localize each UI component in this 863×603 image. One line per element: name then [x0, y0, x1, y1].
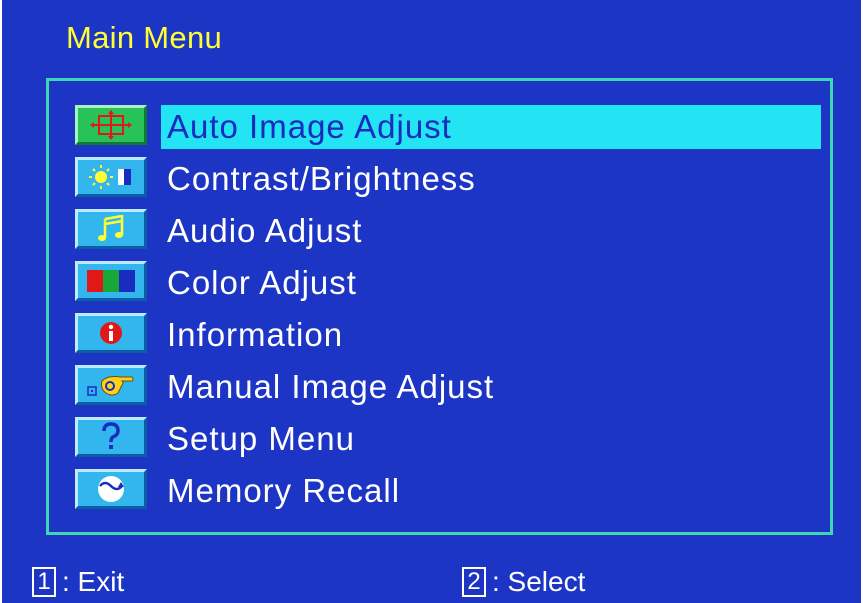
- memory-recall-icon: [75, 469, 147, 509]
- menu-item-information[interactable]: Information: [75, 309, 825, 361]
- menu-item-contrast-brightness[interactable]: Contrast/Brightness: [75, 153, 825, 205]
- exit-key-badge: 1: [32, 567, 56, 597]
- auto-adjust-icon: [75, 105, 147, 145]
- menu-item-setup-menu[interactable]: Setup Menu: [75, 413, 825, 465]
- menu-item-label: Auto Image Adjust: [161, 105, 821, 149]
- menu-item-label: Color Adjust: [167, 264, 357, 301]
- footer-exit-hint: 1: Exit: [32, 566, 124, 598]
- contrast-brightness-icon: [75, 157, 147, 197]
- menu-list: Auto Image Adjust Contrast/Brightness Au…: [75, 101, 825, 517]
- menu-item-color-adjust[interactable]: Color Adjust: [75, 257, 825, 309]
- music-notes-icon: [75, 209, 147, 249]
- osd-main-menu: Main Menu Auto Image Adjust Contrast/Bri…: [2, 0, 861, 603]
- question-mark-icon: [75, 417, 147, 457]
- exit-label: : Exit: [62, 566, 125, 597]
- menu-frame: Auto Image Adjust Contrast/Brightness Au…: [46, 78, 833, 535]
- menu-item-label: Contrast/Brightness: [167, 160, 476, 197]
- menu-item-label: Setup Menu: [167, 420, 355, 457]
- select-label: : Select: [492, 566, 586, 597]
- menu-item-label: Information: [167, 316, 344, 353]
- menu-item-manual-image-adjust[interactable]: Manual Image Adjust: [75, 361, 825, 413]
- footer-select-hint: 2: Select: [462, 566, 585, 598]
- select-key-badge: 2: [462, 567, 486, 597]
- color-bars-icon: [75, 261, 147, 301]
- info-icon: [75, 313, 147, 353]
- menu-item-memory-recall[interactable]: Memory Recall: [75, 465, 825, 517]
- menu-item-audio-adjust[interactable]: Audio Adjust: [75, 205, 825, 257]
- menu-item-label: Manual Image Adjust: [167, 368, 495, 405]
- menu-item-label: Memory Recall: [167, 472, 401, 509]
- menu-title: Main Menu: [66, 20, 223, 55]
- hand-adjust-icon: [75, 365, 147, 405]
- menu-item-label: Audio Adjust: [167, 212, 363, 249]
- menu-item-auto-image-adjust[interactable]: Auto Image Adjust: [75, 101, 825, 153]
